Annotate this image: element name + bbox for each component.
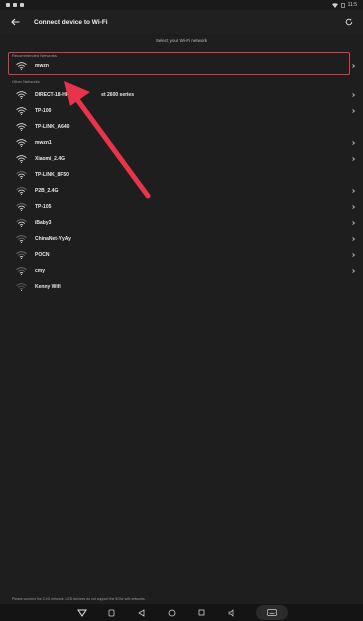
wifi-status-icon — [331, 2, 338, 8]
chevron-right-icon — [350, 268, 356, 274]
status-bar: 11:5 — [0, 0, 363, 10]
wifi-medium-icon — [14, 170, 28, 180]
network-name: Xiaomi_2.4G — [35, 156, 66, 162]
wifi-strong-icon — [14, 61, 28, 71]
network-row-mwzn[interactable]: mwzn — [8, 58, 360, 74]
wifi-weak-icon — [14, 234, 28, 244]
arrow-left-icon — [10, 18, 19, 26]
network-row-cmy[interactable]: cmy — [8, 263, 360, 279]
recents-square-icon — [198, 609, 205, 616]
network-row-pocn[interactable]: POCN — [8, 247, 360, 263]
network-name: TP-105 — [35, 204, 52, 210]
back-triangle-icon — [138, 608, 145, 617]
network-row-direct-hp[interactable]: DIRECT-18-HP et 2600 series — [8, 87, 360, 103]
back-button[interactable] — [8, 15, 22, 29]
network-row-p2b[interactable]: P2B_2.4G — [8, 183, 360, 199]
keyboard-button[interactable] — [255, 605, 288, 620]
wifi-weak-icon — [14, 266, 28, 276]
chevron-right-icon — [350, 92, 356, 98]
screenshot-button[interactable] — [106, 607, 118, 619]
notification-icon — [13, 3, 17, 7]
subtitle: Select your Wi-Fi network — [155, 38, 208, 43]
wifi-strong-icon — [14, 90, 28, 100]
refresh-icon — [345, 18, 353, 26]
back-nav-button[interactable] — [136, 607, 148, 619]
network-name: POCN — [35, 252, 50, 258]
network-name: DIRECT-18-HP — [35, 92, 70, 98]
status-icons-left — [6, 3, 24, 7]
network-name: mwzn1 — [35, 140, 52, 146]
page-title: Connect device to Wi-Fi — [34, 18, 108, 26]
chevron-right-icon — [350, 236, 356, 242]
volume-button[interactable] — [226, 607, 238, 619]
battery-icon — [340, 2, 345, 8]
chevron-right-icon — [350, 252, 356, 258]
status-icons-right: 11:5 — [331, 2, 357, 8]
notification-icon — [6, 3, 10, 7]
network-row-chinanet[interactable]: ChinaNet-YyAy — [8, 231, 360, 247]
network-name: ChinaNet-YyAy — [35, 236, 71, 242]
network-name: TP-LINK_8F50 — [35, 172, 69, 178]
network-name: TP-100 — [35, 108, 52, 114]
chevron-right-icon — [350, 156, 356, 162]
refresh-button[interactable] — [343, 16, 355, 28]
network-name-suffix: et 2600 series — [101, 92, 134, 98]
network-row-tp-100[interactable]: TP-100 — [8, 103, 360, 119]
network-row-tp-link-8f50[interactable]: TP-LINK_8F50 — [8, 167, 360, 183]
footer-note: Please connect the 2.4G network, LED dev… — [12, 597, 146, 601]
keyboard-icon — [266, 609, 277, 616]
chevron-right-icon — [350, 220, 356, 226]
wifi-strong-icon — [14, 106, 28, 116]
network-row-mwzn1[interactable]: mwzn1 — [8, 135, 360, 151]
network-row-tp-link-a640[interactable]: TP-LINK_A640 — [8, 119, 360, 135]
network-name: TP-LINK_A640 — [35, 124, 70, 130]
wifi-strong-icon — [14, 122, 28, 132]
wifi-medium-icon — [14, 218, 28, 228]
network-row-tp-105[interactable]: TP-105 — [8, 199, 360, 215]
wifi-medium-icon — [14, 202, 28, 212]
wifi-weak-icon — [14, 250, 28, 260]
notification-icon — [20, 3, 24, 7]
chevron-right-icon — [350, 108, 356, 114]
recents-button[interactable] — [196, 607, 208, 619]
network-name: Kenny Wifi — [35, 284, 61, 290]
wifi-very-weak-icon — [14, 282, 28, 292]
network-name: P2B_2.4G — [35, 188, 59, 194]
chevron-right-icon — [350, 140, 356, 146]
navigation-bar — [0, 604, 363, 621]
wifi-strong-icon — [14, 154, 28, 164]
other-networks-label: Other Networks — [12, 79, 40, 84]
wifi-medium-icon — [14, 186, 28, 196]
network-row-xiaomi[interactable]: Xiaomi_2.4G — [8, 151, 360, 167]
chevron-right-icon — [350, 63, 356, 69]
chevron-right-icon — [350, 188, 356, 194]
network-row-ibaby3[interactable]: iBaby3 — [8, 215, 360, 231]
wifi-strong-icon — [14, 138, 28, 148]
hide-keyboard-button[interactable] — [76, 607, 88, 619]
speaker-icon — [228, 608, 233, 617]
network-name: iBaby3 — [35, 220, 52, 226]
network-name: cmy — [35, 268, 46, 274]
screenshot-icon — [108, 609, 115, 616]
home-circle-icon — [168, 609, 175, 616]
chevron-right-icon — [350, 204, 356, 210]
chevron-down-icon — [76, 609, 87, 617]
network-name: mwzn — [35, 63, 49, 69]
app-bar: Connect device to Wi-Fi — [0, 10, 363, 34]
clock: 11:5 — [347, 2, 357, 8]
network-row-kenny-wifi[interactable]: Kenny Wifi — [8, 279, 360, 295]
home-button[interactable] — [166, 607, 178, 619]
